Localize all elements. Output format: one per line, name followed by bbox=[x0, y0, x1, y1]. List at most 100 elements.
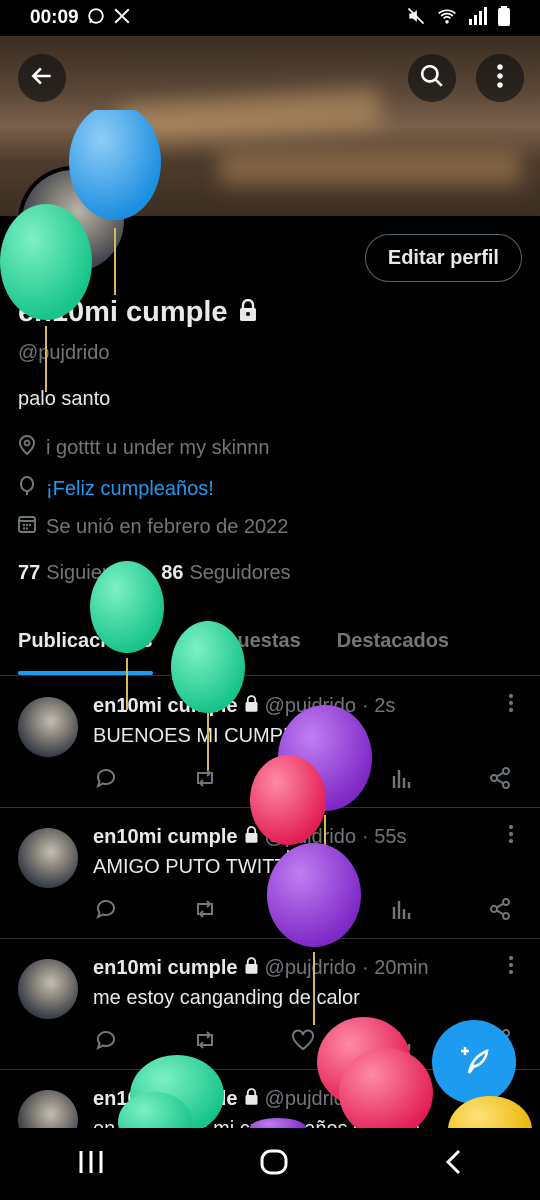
post-author-handle: @pujdrido bbox=[264, 1088, 356, 1110]
search-button[interactable] bbox=[408, 54, 456, 102]
reply-icon[interactable] bbox=[93, 1027, 119, 1053]
tab-publicaciones[interactable]: Publicaciones bbox=[0, 620, 171, 675]
repost-icon[interactable] bbox=[192, 896, 218, 922]
post-header: en10mi cumple @pujdrido · 2s bbox=[93, 695, 395, 718]
share-icon[interactable] bbox=[487, 765, 513, 791]
post-author-name: en10mi cumple bbox=[93, 826, 238, 848]
location-icon bbox=[18, 435, 36, 461]
repost-icon[interactable] bbox=[192, 1027, 218, 1053]
like-icon[interactable] bbox=[290, 1027, 316, 1053]
compose-icon bbox=[457, 1043, 491, 1082]
lock-icon bbox=[244, 1088, 259, 1111]
back-arrow-icon bbox=[29, 63, 55, 94]
more-vertical-icon bbox=[496, 63, 504, 94]
battery-icon bbox=[498, 5, 510, 31]
post-more-button[interactable] bbox=[508, 824, 514, 850]
x-logo-icon bbox=[113, 7, 131, 30]
post-item[interactable]: en10mi cumple @pujdrido · 55s AMIGO PUTO… bbox=[0, 808, 540, 939]
android-nav-bar bbox=[0, 1128, 540, 1200]
search-icon bbox=[419, 63, 445, 94]
post-more-button[interactable] bbox=[508, 955, 514, 981]
wifi-icon bbox=[436, 6, 458, 31]
post-header: en10mi cumple @pujdrido · 27min bbox=[93, 1088, 429, 1111]
post-item[interactable]: en10mi cumple @pujdrido · 2s BUENOES MI … bbox=[0, 677, 540, 808]
post-actions bbox=[93, 765, 513, 791]
mute-icon bbox=[406, 6, 426, 31]
more-options-button[interactable] bbox=[476, 54, 524, 102]
back-nav-button[interactable] bbox=[443, 1148, 463, 1181]
post-text: me estoy canganding de calor bbox=[93, 987, 360, 1009]
post-avatar[interactable] bbox=[18, 1090, 78, 1128]
repost-icon[interactable] bbox=[192, 765, 218, 791]
following-count: 77 bbox=[18, 562, 41, 584]
followers-count: 86 bbox=[161, 562, 184, 584]
reply-icon[interactable] bbox=[93, 765, 119, 791]
lock-icon bbox=[238, 296, 258, 329]
birthday-row[interactable]: ¡Feliz cumpleaños! bbox=[18, 476, 214, 502]
post-time: · 20min bbox=[361, 957, 429, 979]
more-vertical-icon bbox=[508, 694, 514, 718]
following-label: Siguiendo bbox=[46, 562, 136, 584]
post-time: · 55s bbox=[361, 826, 407, 848]
recents-button[interactable] bbox=[77, 1149, 105, 1180]
lock-icon bbox=[244, 695, 259, 718]
following-link[interactable]: 77 Siguiendo bbox=[18, 562, 135, 585]
edit-profile-button[interactable]: Editar perfil bbox=[364, 234, 522, 282]
post-header: en10mi cumple @pujdrido · 20min bbox=[93, 957, 429, 980]
back-button[interactable] bbox=[18, 54, 66, 102]
lock-icon bbox=[244, 826, 259, 849]
post-more-button[interactable] bbox=[508, 693, 514, 719]
whatsapp-icon bbox=[87, 7, 105, 30]
views-icon[interactable] bbox=[389, 765, 415, 791]
home-icon bbox=[259, 1149, 289, 1181]
signal-icon bbox=[468, 6, 488, 30]
post-avatar[interactable] bbox=[18, 959, 78, 1019]
home-button[interactable] bbox=[259, 1147, 289, 1182]
joined-text: Se unió en febrero de 2022 bbox=[46, 515, 289, 538]
post-avatar[interactable] bbox=[18, 697, 78, 757]
profile-name-row: en10mi cumple bbox=[18, 296, 258, 329]
post-author-name: en10mi cumple bbox=[93, 1088, 238, 1110]
follow-counts: 77 Siguiendo 86 Seguidores bbox=[18, 562, 291, 585]
views-icon[interactable] bbox=[389, 896, 415, 922]
followers-link[interactable]: 86 Seguidores bbox=[161, 562, 290, 585]
back-icon bbox=[443, 1149, 463, 1180]
more-vertical-icon bbox=[508, 956, 514, 980]
post-author-handle: @pujdrido bbox=[264, 957, 356, 979]
views-icon[interactable] bbox=[389, 1027, 415, 1053]
post-time: · 27min bbox=[361, 1088, 429, 1110]
post-header: en10mi cumple @pujdrido · 55s bbox=[93, 826, 406, 849]
post-author-handle: @pujdrido bbox=[264, 695, 356, 717]
like-icon[interactable] bbox=[290, 765, 316, 791]
status-time: 00:09 bbox=[30, 7, 79, 28]
like-icon[interactable] bbox=[290, 896, 316, 922]
balloon-icon bbox=[18, 476, 36, 502]
post-actions bbox=[93, 896, 513, 922]
location-row: i gotttt u under my skinnn bbox=[18, 435, 269, 461]
post-time: · 2s bbox=[361, 695, 396, 717]
status-bar: 00:09 bbox=[0, 0, 540, 36]
tab-destacados[interactable]: Destacados bbox=[319, 620, 467, 675]
profile-avatar[interactable] bbox=[18, 166, 128, 276]
tab-respuestas[interactable]: Respuestas bbox=[171, 620, 319, 675]
recents-icon bbox=[77, 1150, 105, 1179]
profile-handle: @pujdrido bbox=[18, 342, 110, 364]
post-text: AMIGO PUTO TWITTER bbox=[93, 856, 315, 878]
birthday-text: ¡Feliz cumpleaños! bbox=[46, 477, 214, 500]
location-text: i gotttt u under my skinnn bbox=[46, 436, 270, 459]
compose-post-button[interactable] bbox=[432, 1020, 516, 1104]
lock-icon bbox=[244, 957, 259, 980]
profile-name: en10mi cumple bbox=[18, 296, 228, 328]
more-vertical-icon bbox=[508, 825, 514, 849]
post-author-name: en10mi cumple bbox=[93, 695, 238, 717]
post-avatar[interactable] bbox=[18, 828, 78, 888]
calendar-icon bbox=[18, 515, 36, 539]
post-author-handle: @pujdrido bbox=[264, 826, 356, 848]
profile-tabs: Publicaciones Respuestas Destacados bbox=[0, 620, 540, 676]
post-text: en 9 minutos mi cumpleaños que me bbox=[93, 1118, 420, 1128]
joined-row: Se unió en febrero de 2022 bbox=[18, 515, 288, 539]
post-text: BUENOES MI CUMPLEAÑOS bbox=[93, 725, 365, 747]
share-icon[interactable] bbox=[487, 896, 513, 922]
reply-icon[interactable] bbox=[93, 896, 119, 922]
post-author-name: en10mi cumple bbox=[93, 957, 238, 979]
